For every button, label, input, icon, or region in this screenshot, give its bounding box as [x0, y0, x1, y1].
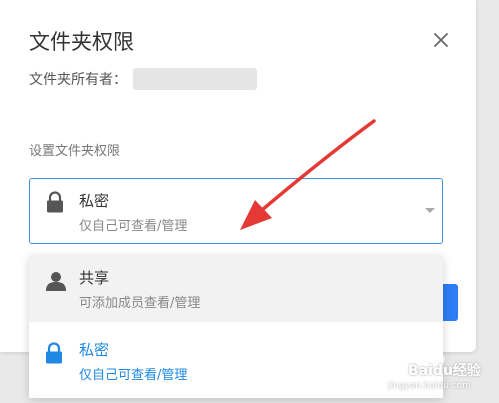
- selected-permission-title: 私密: [79, 192, 110, 210]
- owner-row: 文件夹所有者：: [29, 68, 257, 90]
- option-share[interactable]: 共享 可添加成员查看/管理: [29, 256, 443, 322]
- option-private-title: 私密: [79, 341, 110, 359]
- user-icon: [46, 272, 66, 291]
- caret-down-icon[interactable]: [424, 207, 436, 215]
- selected-permission-desc: 仅自己可查看/管理: [79, 219, 188, 234]
- watermark-url: jingyan.baidu.com: [388, 381, 472, 391]
- option-share-desc: 可添加成员查看/管理: [79, 296, 201, 311]
- lock-icon: [47, 191, 63, 213]
- owner-label: 文件夹所有者：: [29, 72, 127, 88]
- dialog-title: 文件夹权限: [29, 30, 134, 54]
- lock-icon: [46, 342, 62, 364]
- confirm-button-edge[interactable]: [443, 284, 458, 321]
- permission-label: 设置文件夹权限: [29, 144, 121, 159]
- watermark-text: Baidu经验: [408, 363, 481, 379]
- permission-select[interactable]: 私密 仅自己可查看/管理: [29, 178, 443, 244]
- owner-name-redacted: [133, 68, 257, 90]
- option-private-desc: 仅自己可查看/管理: [79, 368, 188, 383]
- option-share-title: 共享: [79, 269, 110, 287]
- close-icon[interactable]: [432, 31, 450, 49]
